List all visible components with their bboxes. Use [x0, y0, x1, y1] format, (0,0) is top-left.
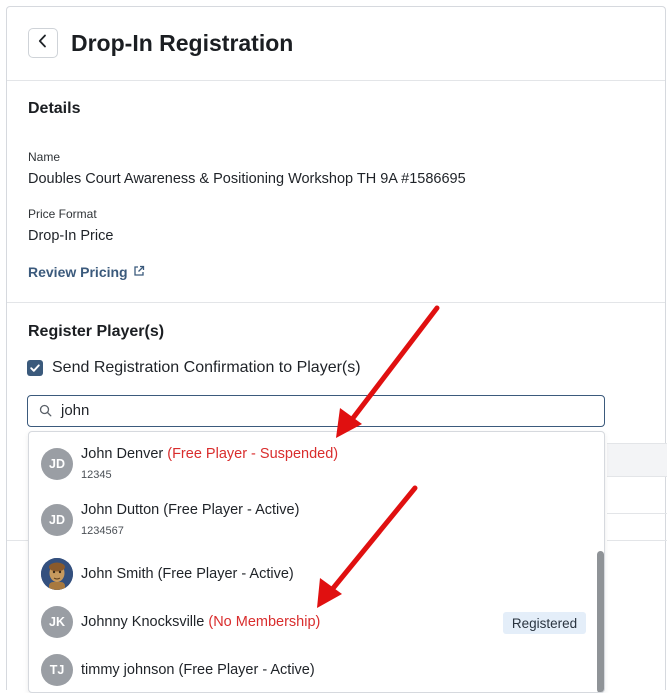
player-status: (Free Player - Active) [178, 662, 315, 678]
table-divider [7, 540, 29, 541]
search-results-dropdown[interactable]: JD John Denver (Free Player - Suspended)… [28, 431, 605, 693]
details-section-title: Details [28, 100, 81, 117]
player-search-input[interactable]: john [27, 395, 605, 427]
registered-badge: Registered [503, 612, 586, 634]
external-link-icon [133, 264, 145, 280]
player-status: (Free Player - Suspended) [167, 446, 339, 462]
table-header-row [607, 443, 667, 477]
player-status: (Free Player - Active) [163, 502, 300, 518]
price-format-value: Drop-In Price [28, 228, 114, 244]
player-name: timmy johnson [81, 662, 175, 678]
player-name: John Denver [81, 446, 164, 462]
send-confirmation-checkbox[interactable] [27, 360, 43, 376]
result-name: John Smith (Free Player - Active) [81, 566, 294, 582]
send-confirmation-label: Send Registration Confirmation to Player… [52, 359, 361, 376]
table-divider [607, 513, 667, 514]
review-pricing-label: Review Pricing [28, 264, 128, 280]
avatar: TJ [41, 654, 73, 686]
page-frame: Drop-In Registration Details Name Double… [6, 6, 667, 693]
dropdown-scrollbar[interactable] [597, 551, 604, 692]
avatar: JD [41, 448, 73, 480]
page-title: Drop-In Registration [71, 30, 294, 56]
player-name: John Smith [81, 566, 154, 582]
back-button[interactable] [28, 28, 58, 58]
avatar: JK [41, 606, 73, 638]
name-value: Doubles Court Awareness & Positioning Wo… [28, 171, 466, 187]
result-name: Johnny Knocksville (No Membership) [81, 614, 320, 630]
result-option[interactable]: JD John Dutton (Free Player - Active) 12… [29, 498, 604, 546]
player-name: John Dutton [81, 502, 160, 518]
avatar-photo [41, 558, 73, 590]
result-name: John Denver (Free Player - Suspended) [81, 446, 338, 462]
result-option[interactable]: JD John Denver (Free Player - Suspended)… [29, 442, 604, 490]
chevron-left-icon [37, 34, 49, 53]
result-name: John Dutton (Free Player - Active) [81, 502, 299, 518]
result-option[interactable]: TJ timmy johnson (Free Player - Active) [29, 652, 604, 692]
player-id: 12345 [81, 469, 112, 481]
table-divider [607, 540, 667, 541]
result-option[interactable]: John Smith (Free Player - Active) [29, 556, 604, 604]
price-format-label: Price Format [28, 207, 97, 221]
result-name: timmy johnson (Free Player - Active) [81, 662, 315, 678]
avatar: JD [41, 504, 73, 536]
result-option[interactable]: JK Johnny Knocksville (No Membership) Re… [29, 604, 604, 652]
player-id: 1234567 [81, 525, 124, 537]
search-value: john [61, 402, 90, 419]
player-status: (No Membership) [208, 614, 321, 630]
send-confirmation-row[interactable]: Send Registration Confirmation to Player… [27, 359, 361, 377]
name-label: Name [28, 150, 61, 164]
search-icon [39, 404, 52, 422]
review-pricing-link[interactable]: Review Pricing [28, 264, 145, 280]
page-header: Drop-In Registration [7, 7, 665, 81]
checkmark-icon [30, 364, 40, 372]
section-divider [7, 302, 665, 303]
player-name: Johnny Knocksville [81, 614, 205, 630]
register-section-title: Register Player(s) [28, 323, 165, 340]
player-status: (Free Player - Active) [157, 566, 294, 582]
